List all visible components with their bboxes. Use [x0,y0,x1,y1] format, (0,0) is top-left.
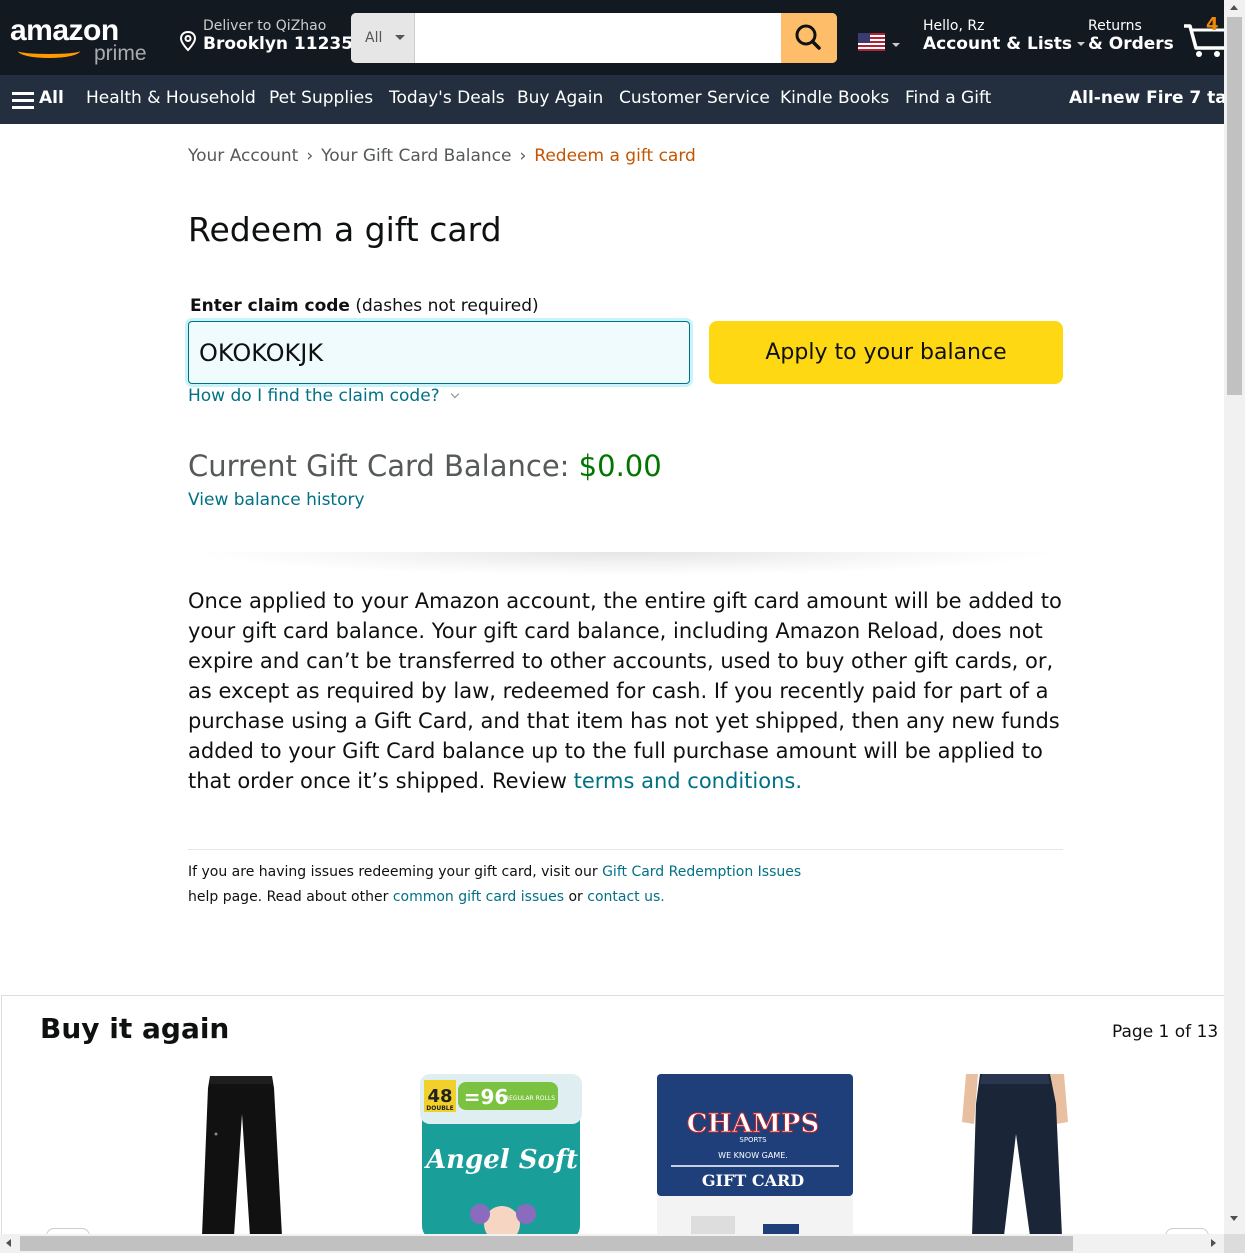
cart-button[interactable]: 4 [1182,12,1224,60]
breadcrumb-separator: › [306,146,314,166]
subnav-link-deals[interactable]: Today's Deals [389,88,505,108]
champs-tagline: WE KNOW GAME. [718,1151,788,1160]
product-angel-soft-toilet-paper[interactable]: 48 DOUBLE =96 REGULAR ROLLS Angel Soft [420,1074,582,1234]
breadcrumb-gift-card-balance[interactable]: Your Gift Card Balance [321,146,511,166]
help-text-1: If you are having issues redeeming your … [188,864,603,880]
balance-amount: $0.00 [578,449,662,483]
returns-line1: Returns [1088,18,1142,34]
account-label: Account & Lists [923,34,1073,54]
gift-card-info-text: Once applied to your Amazon account, the… [188,586,1063,796]
search-bar: All [351,13,837,63]
all-menu-button[interactable]: All [12,88,64,109]
search-category-dropdown[interactable]: All [351,13,415,63]
product-black-jogger-pants[interactable] [192,1074,292,1234]
caret-down-icon [1077,42,1086,46]
breadcrumb-separator: › [519,146,527,166]
divider [188,849,1063,850]
us-flag-icon[interactable] [858,33,885,51]
champs-sub: SPORTS [739,1136,767,1144]
page: amazon prime Deliver to QiZhao Brooklyn … [0,0,1245,1253]
help-text-2: help page. Read about other [188,889,393,905]
all-menu-label: All [39,88,64,108]
angel-soft-equals: =96 [464,1085,509,1109]
search-icon [795,24,821,50]
amazon-prime-logo[interactable]: amazon prime [10,14,155,66]
horizontal-scroll-thumb[interactable] [20,1236,1073,1251]
search-button[interactable] [781,13,837,63]
returns-line2: & Orders [1088,34,1174,54]
section-divider [188,552,1063,576]
subnav-link-customer-service[interactable]: Customer Service [619,88,770,108]
buy-it-again-title: Buy it again [40,1012,230,1045]
account-lists-menu[interactable]: Hello, Rz Account & Lists [923,18,1086,54]
how-find-label: How do I find the claim code? [188,386,440,406]
hamburger-icon [12,92,34,109]
top-nav: amazon prime Deliver to QiZhao Brooklyn … [0,0,1224,75]
subnav-link-kindle[interactable]: Kindle Books [780,88,889,108]
account-greeting: Hello, Rz [923,18,985,34]
breadcrumb-your-account[interactable]: Your Account [188,146,298,166]
deliver-line1: Deliver to QiZhao [203,18,327,34]
claim-code-label: Enter claim code (dashes not required) [190,296,539,316]
location-pin-icon [179,30,197,52]
scroll-left-icon[interactable] [6,1239,11,1247]
terms-conditions-link[interactable]: terms and conditions. [574,769,802,793]
info-body: Once applied to your Amazon account, the… [188,589,1062,793]
deliver-line2: Brooklyn 11235 [203,34,354,54]
black-pants-image [202,1076,282,1234]
sub-nav: All Health & Household Pet Supplies Toda… [0,75,1224,124]
scroll-up-icon[interactable] [1230,5,1238,10]
redemption-issues-link[interactable]: Gift Card Redemption Issues [602,864,801,880]
gift-card-balance: Current Gift Card Balance: $0.00 [188,449,662,483]
angel-soft-brand: Angel Soft [423,1145,578,1175]
subnav-link-health[interactable]: Health & Household [86,88,256,108]
search-input[interactable] [415,13,781,63]
angel-soft-image: 48 DOUBLE =96 REGULAR ROLLS Angel Soft [420,1074,582,1234]
champs-gift-card-image: CHAMPS SPORTS WE KNOW GAME. GIFT CARD [657,1074,853,1234]
caret-down-icon [395,35,405,40]
apply-to-balance-button[interactable]: Apply to your balance [709,321,1063,384]
view-balance-history-link[interactable]: View balance history [188,490,365,510]
angel-soft-rolls: REGULAR ROLLS [505,1095,555,1102]
subnav-link-buy-again[interactable]: Buy Again [517,88,603,108]
carousel-pager: Page 1 of 13 [1112,1022,1219,1042]
vertical-scrollbar[interactable] [1224,0,1245,1234]
scrollbar-corner [1224,1234,1245,1253]
claim-code-label-hint: (dashes not required) [349,296,539,316]
help-text: If you are having issues redeeming your … [188,860,828,910]
claim-code-label-bold: Enter claim code [190,296,350,316]
vertical-scroll-thumb[interactable] [1227,17,1242,395]
how-find-claim-code-link[interactable]: How do I find the claim code? [188,386,459,406]
returns-orders[interactable]: Returns & Orders [1088,18,1174,54]
angel-soft-badge-label: DOUBLE [426,1105,453,1112]
product-champs-gift-card[interactable]: CHAMPS SPORTS WE KNOW GAME. GIFT CARD [657,1074,853,1234]
logo-smile-icon [18,44,80,58]
angel-soft-badge-count: 48 [427,1086,452,1107]
logo-prime: prime [94,42,147,65]
page-title: Redeem a gift card [188,210,502,249]
scroll-right-icon[interactable] [1211,1239,1216,1247]
claim-code-input[interactable] [188,321,690,384]
navy-pants-image [962,1074,1068,1234]
search-category-label: All [365,30,383,46]
cart-count: 4 [1206,14,1219,35]
breadcrumb: Your Account › Your Gift Card Balance › Rede… [188,146,696,166]
subnav-link-find-gift[interactable]: Find a Gift [905,88,991,108]
help-text-3: or [564,889,588,905]
subnav-link-pet[interactable]: Pet Supplies [269,88,373,108]
champs-label: GIFT CARD [702,1171,804,1190]
champs-brand: CHAMPS [687,1109,820,1139]
subnav-promo[interactable]: All-new Fire 7 table [1069,88,1224,108]
contact-us-link[interactable]: contact us. [587,889,664,905]
language-caret-icon[interactable] [892,43,900,47]
buy-it-again-carousel: Buy it again Page 1 of 13 48 DOUBLE =96 … [1,995,1224,1234]
chevron-down-icon [450,389,459,399]
scroll-down-icon[interactable] [1230,1216,1238,1221]
breadcrumb-current: Redeem a gift card [534,146,696,166]
balance-label: Current Gift Card Balance: [188,449,579,483]
horizontal-scrollbar[interactable] [0,1234,1224,1253]
common-issues-link[interactable]: common gift card issues [393,889,564,905]
product-navy-sweatpants[interactable] [960,1074,1070,1234]
